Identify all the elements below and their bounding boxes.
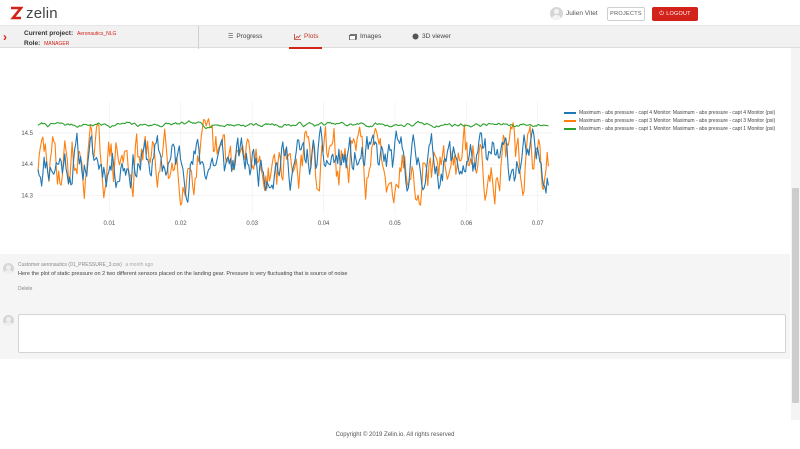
logo-text: zelin — [26, 4, 58, 22]
tab-3d-viewer[interactable]: 3D viewer — [412, 33, 451, 40]
footer-copyright: Copyright © 2019 Zelin.io. All rights re… — [335, 432, 455, 438]
legend-item[interactable]: Maximum - abs pressure - capt 4 Monitor:… — [564, 109, 775, 117]
images-icon — [349, 33, 357, 40]
divider — [198, 26, 199, 49]
user-avatar[interactable] — [550, 7, 563, 20]
legend-swatch — [564, 120, 576, 122]
chart-icon — [294, 33, 301, 40]
tab-progress[interactable]: ☰ Progress — [228, 33, 262, 40]
comments-section: Customer aeronautics (01_PRESSURE_3.csv)… — [0, 254, 790, 359]
x-tick-label: 0.07 — [532, 221, 544, 227]
comment-author: Customer aeronautics (01_PRESSURE_3.csv) — [18, 262, 122, 268]
y-tick-label: 14.3 — [21, 193, 33, 199]
comment-meta: Customer aeronautics (01_PRESSURE_3.csv)… — [18, 262, 153, 268]
logo[interactable]: zelin — [9, 4, 58, 22]
chart-series[interactable] — [37, 118, 549, 206]
comment-time: a month ago — [125, 262, 154, 268]
legend-swatch — [564, 112, 576, 114]
tab-plots-label: Plots — [304, 33, 319, 40]
user-name[interactable]: Julien Vitet — [566, 10, 598, 17]
legend-label: Maximum - abs pressure - capt 1 Monitor:… — [579, 126, 776, 132]
tab-3d-viewer-label: 3D viewer — [422, 33, 451, 40]
x-tick-label: 0.06 — [460, 221, 472, 227]
tab-images-label: Images — [360, 33, 382, 40]
comment-text: Here the plot of static pressure on 2 tw… — [18, 271, 348, 277]
logout-button[interactable]: ⏻ LOGOUT — [652, 7, 698, 21]
active-tab-indicator — [289, 47, 322, 49]
x-tick-label: 0.05 — [389, 221, 401, 227]
scrollbar-thumb[interactable] — [792, 188, 799, 403]
cube-icon — [412, 33, 419, 40]
delete-comment-link[interactable]: Delete — [18, 286, 32, 292]
chart-legend[interactable]: Maximum - abs pressure - capt 4 Monitor:… — [564, 109, 775, 133]
legend-label: Maximum - abs pressure - capt 4 Monitor:… — [579, 110, 776, 116]
tab-plots[interactable]: Plots — [294, 33, 318, 40]
legend-item[interactable]: Maximum - abs pressure - capt 3 Monitor:… — [564, 117, 775, 125]
logout-label: LOGOUT — [666, 11, 691, 17]
y-axis-ticks: 14.5 14.4 14.3 — [21, 131, 33, 199]
y-tick-label: 14.4 — [21, 162, 33, 168]
comment-input[interactable] — [18, 314, 786, 353]
current-project-value: Aeronautics_NLG — [76, 31, 117, 37]
legend-item[interactable]: Maximum - abs pressure - capt 1 Monitor:… — [564, 125, 775, 133]
current-project: Current project: Aeronautics_NLG — [24, 30, 116, 37]
x-axis-ticks: 0.01 0.02 0.03 0.04 0.05 0.06 0.07 — [104, 221, 545, 227]
role-label: Role: — [24, 40, 41, 47]
tab-images[interactable]: Images — [349, 33, 381, 40]
tab-progress-label: Progress — [236, 33, 263, 40]
current-user-avatar — [3, 315, 14, 326]
x-tick-label: 0.04 — [318, 221, 330, 227]
logout-icon: ⏻ — [659, 10, 665, 17]
scrollbar[interactable] — [791, 48, 800, 420]
projects-button[interactable]: PROJECTS — [607, 7, 645, 21]
legend-swatch — [564, 128, 576, 130]
comment-author-avatar — [3, 263, 14, 274]
x-tick-label: 0.03 — [246, 221, 258, 227]
zelin-logo-icon — [10, 6, 23, 20]
x-tick-label: 0.01 — [104, 221, 116, 227]
list-icon: ☰ — [228, 34, 234, 40]
project-bar: › Current project: Aeronautics_NLG Role:… — [0, 25, 800, 49]
chevron-right-icon[interactable]: › — [3, 30, 7, 44]
x-tick-label: 0.02 — [175, 221, 187, 227]
top-bar: zelin Julien Vitet PROJECTS ⏻ LOGOUT — [0, 0, 800, 25]
y-tick-label: 14.5 — [21, 131, 33, 137]
series-line-3[interactable] — [37, 120, 549, 130]
current-project-label: Current project: — [24, 30, 74, 37]
role-value: MANAGER — [44, 41, 70, 47]
legend-label: Maximum - abs pressure - capt 3 Monitor:… — [579, 118, 776, 124]
role: Role: MANAGER — [24, 40, 69, 47]
